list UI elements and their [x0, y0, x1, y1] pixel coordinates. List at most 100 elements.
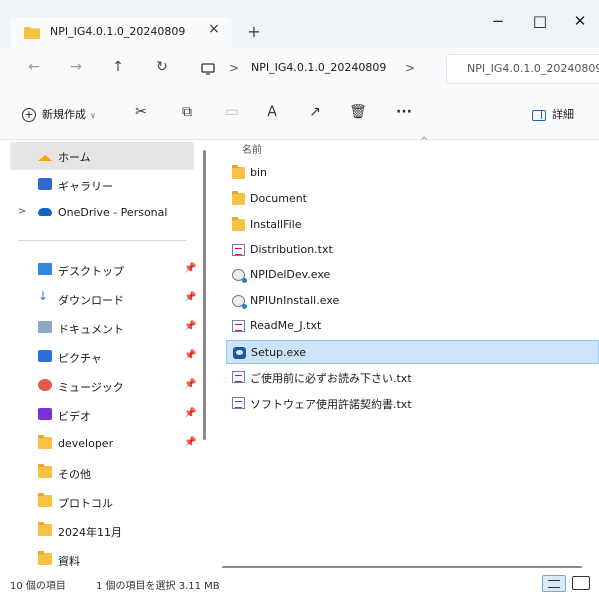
- tab-current-folder[interactable]: NPI_IG4.0.1.0_20240809 ×: [10, 17, 232, 48]
- pin-icon[interactable]: 📌: [184, 379, 196, 390]
- sidebar-item-label: ギャラリー: [58, 180, 113, 193]
- sidebar-item-documents[interactable]: ドキュメント 📌: [10, 314, 196, 342]
- cloud-icon: [38, 208, 52, 216]
- sidebar-item-developer[interactable]: developer 📌: [10, 430, 196, 458]
- document-icon: [38, 321, 52, 333]
- folder-icon: [232, 217, 245, 231]
- file-name: NPIDelDev.exe: [250, 268, 331, 281]
- up-button[interactable]: ↑: [106, 59, 130, 75]
- text-file-icon: [232, 397, 245, 409]
- file-name: Distribution.txt: [250, 243, 333, 256]
- large-icons-view-button[interactable]: [572, 576, 590, 590]
- file-list: ^ 名前 bin Document InstallFile Distributi…: [210, 136, 599, 575]
- breadcrumb[interactable]: NPI_IG4.0.1.0_20240809: [251, 61, 386, 74]
- search-input[interactable]: NPI_IG4.0.1.0_20240809: [446, 54, 599, 84]
- file-row-npideldev[interactable]: NPIDelDev.exe: [226, 263, 599, 287]
- maximize-button[interactable]: □: [520, 12, 560, 30]
- text-file-icon: [232, 371, 245, 383]
- status-bar: 10 個の項目 1 個の項目を選択 3.11 MB: [0, 575, 599, 592]
- sidebar-item-other[interactable]: その他: [10, 459, 194, 487]
- folder-icon: [38, 493, 52, 507]
- folder-icon: [38, 435, 52, 449]
- cut-icon[interactable]: ✂: [131, 104, 151, 124]
- file-name: ソフトウェア使用許諾契約書.txt: [250, 398, 412, 411]
- music-icon: [38, 379, 52, 391]
- sidebar-scrollbar[interactable]: [203, 150, 206, 440]
- column-header-name[interactable]: 名前: [242, 141, 262, 156]
- sidebar-item-label: ピクチャ: [58, 352, 102, 365]
- details-label: 詳細: [552, 108, 574, 121]
- file-row-installfile[interactable]: InstallFile: [226, 213, 599, 237]
- forward-button[interactable]: →: [64, 59, 88, 75]
- chevron-right-icon[interactable]: >: [405, 61, 415, 75]
- sidebar-item-label: ダウンロード: [58, 294, 124, 307]
- file-name: Document: [250, 192, 307, 205]
- sidebar-item-materials[interactable]: 資料: [10, 546, 194, 574]
- text-file-icon: [232, 320, 245, 332]
- file-name: ReadMe_J.txt: [250, 319, 322, 332]
- file-row-read-before-use[interactable]: ご使用前に必ずお読み下さい.txt: [226, 365, 599, 389]
- file-row-readme[interactable]: ReadMe_J.txt: [226, 314, 599, 338]
- file-name: InstallFile: [250, 218, 302, 231]
- sidebar-item-onedrive[interactable]: > OneDrive - Personal: [0, 199, 194, 227]
- details-view-button[interactable]: [542, 575, 566, 592]
- executable-icon: [232, 295, 247, 309]
- sidebar-item-videos[interactable]: ビデオ 📌: [10, 401, 196, 429]
- sidebar-item-label: ドキュメント: [58, 323, 124, 336]
- navigation-pane: ホーム ギャラリー > OneDrive - Personal デスクトップ 📌…: [0, 140, 210, 575]
- chevron-right-icon[interactable]: >: [18, 206, 26, 217]
- file-name: NPIUnInstall.exe: [250, 294, 340, 307]
- download-icon: ↓: [38, 289, 49, 303]
- file-row-setup[interactable]: Setup.exe: [226, 340, 599, 364]
- new-tab-button[interactable]: +: [244, 22, 264, 41]
- file-row-bin[interactable]: bin: [226, 161, 599, 185]
- new-button[interactable]: + 新規作成 ∨: [22, 106, 96, 122]
- close-window-button[interactable]: ✕: [560, 12, 599, 30]
- sidebar-item-desktop[interactable]: デスクトップ 📌: [10, 256, 196, 284]
- folder-icon: [24, 26, 40, 42]
- chevron-right-icon[interactable]: >: [229, 61, 239, 75]
- rename-icon[interactable]: A: [262, 104, 282, 124]
- pin-icon[interactable]: 📌: [184, 321, 196, 332]
- chevron-down-icon: ∨: [90, 111, 96, 120]
- copy-icon[interactable]: ⧉: [177, 104, 197, 124]
- pin-icon[interactable]: 📌: [184, 408, 196, 419]
- pin-icon[interactable]: 📌: [184, 437, 196, 448]
- sidebar-item-2024-nov[interactable]: 2024年11月: [10, 517, 194, 545]
- sidebar-item-label: 2024年11月: [58, 526, 122, 539]
- back-button[interactable]: ←: [22, 59, 46, 75]
- sidebar-item-gallery[interactable]: ギャラリー: [10, 171, 194, 199]
- minimize-button[interactable]: −: [478, 12, 518, 30]
- folder-icon: [38, 522, 52, 536]
- sidebar-item-label: developer: [58, 437, 114, 450]
- share-icon[interactable]: ↗: [305, 104, 325, 124]
- selection-info: 1 個の項目を選択 3.11 MB: [96, 581, 220, 592]
- address-row: ← → ↑ ↻ > NPI_IG4.0.1.0_20240809 > NPI_I…: [0, 48, 599, 90]
- folder-icon: [38, 551, 52, 565]
- refresh-button[interactable]: ↻: [150, 59, 174, 75]
- sidebar-item-label: OneDrive - Personal: [58, 206, 168, 219]
- tab-close-icon[interactable]: ×: [204, 21, 224, 37]
- more-options-icon[interactable]: ···: [394, 104, 414, 124]
- file-row-npiuninstall[interactable]: NPIUnInstall.exe: [226, 289, 599, 313]
- delete-icon[interactable]: 🗑: [348, 104, 368, 124]
- file-row-distribution[interactable]: Distribution.txt: [226, 238, 599, 262]
- details-pane-icon: [532, 109, 546, 121]
- sidebar-item-pictures[interactable]: ピクチャ 📌: [10, 343, 196, 371]
- horizontal-scrollbar[interactable]: [222, 566, 582, 568]
- file-row-document[interactable]: Document: [226, 187, 599, 211]
- pin-icon[interactable]: 📌: [184, 350, 196, 361]
- paste-icon[interactable]: ▭: [222, 104, 242, 124]
- sidebar-item-music[interactable]: ミュージック 📌: [10, 372, 196, 400]
- video-icon: [38, 408, 52, 420]
- details-pane-button[interactable]: 詳細: [532, 106, 574, 122]
- file-row-license[interactable]: ソフトウェア使用許諾契約書.txt: [226, 391, 599, 415]
- plus-icon: +: [22, 108, 36, 122]
- pin-icon[interactable]: 📌: [184, 263, 196, 274]
- sidebar-item-protocol[interactable]: プロトコル: [10, 488, 194, 516]
- sidebar-item-downloads[interactable]: ↓ ダウンロード 📌: [10, 285, 196, 313]
- sidebar-item-home[interactable]: ホーム: [10, 142, 194, 170]
- sort-ascending-icon[interactable]: ^: [420, 136, 428, 147]
- pin-icon[interactable]: 📌: [184, 292, 196, 303]
- address-bar[interactable]: > NPI_IG4.0.1.0_20240809 >: [193, 54, 433, 84]
